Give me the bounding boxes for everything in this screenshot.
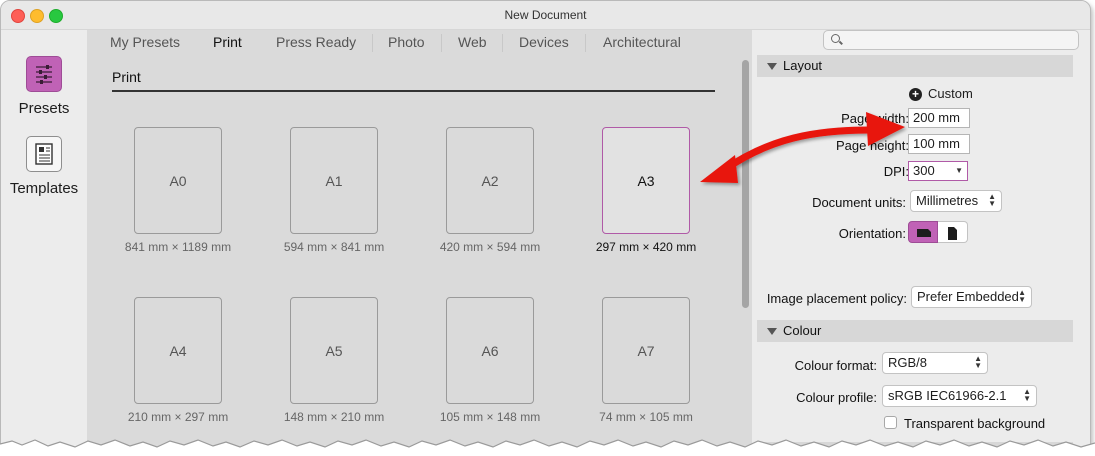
colour-header-label: Colour [783, 323, 822, 338]
page-thumbnail: A3 [602, 127, 690, 234]
landscape-button[interactable] [908, 221, 938, 243]
landscape-page-icon [917, 229, 931, 237]
portrait-page-icon [948, 227, 957, 240]
search-input[interactable] [823, 30, 1079, 50]
page-thumbnail: A5 [290, 297, 378, 404]
preset-dimensions: 210 mm × 297 mm [127, 410, 229, 424]
image-policy-value: Prefer Embedded [917, 289, 1019, 304]
search-icon [831, 34, 840, 43]
settings-panel: Layout + Custom Page width: 200 mm Page h… [752, 30, 1090, 447]
up-down-chevron-icon: ▲ ▼ [974, 354, 982, 370]
preset-a1[interactable]: A1 594 mm × 841 mm [256, 127, 412, 254]
scrollbar-thumb[interactable] [742, 60, 749, 308]
page-thumbnail: A1 [290, 127, 378, 234]
custom-preset-button[interactable]: + Custom [909, 86, 973, 101]
tab-architectural[interactable]: Architectural [603, 34, 681, 50]
preset-a7[interactable]: A7 74 mm × 105 mm [568, 297, 724, 424]
dpi-value: 300 [913, 163, 935, 178]
plus-circle-icon: + [909, 88, 922, 101]
preset-a2[interactable]: A2 420 mm × 594 mm [412, 127, 568, 254]
page-thumbnail: A0 [134, 127, 222, 234]
orientation-toggle [908, 221, 968, 243]
colour-profile-value: sRGB IEC61966-2.1 [888, 388, 1007, 403]
section-divider [112, 90, 715, 92]
tab-print[interactable]: Print [213, 34, 242, 50]
disclosure-triangle-icon [767, 63, 777, 71]
sliders-icon [26, 56, 62, 92]
dpi-combo[interactable]: 300 ▼ [908, 161, 968, 181]
units-value: Millimetres [916, 193, 979, 208]
layout-header-label: Layout [783, 58, 823, 73]
preset-dimensions: 420 mm × 594 mm [439, 240, 541, 254]
colour-format-label: Colour format: [794, 358, 877, 373]
sidebar-item-label: Presets [18, 100, 70, 117]
up-down-chevron-icon: ▲ ▼ [988, 192, 996, 208]
page-thumbnail: A4 [134, 297, 222, 404]
page-width-field[interactable]: 200 mm [908, 108, 970, 128]
preset-a3[interactable]: A3 297 mm × 420 mm [568, 127, 724, 254]
preset-scrollbar[interactable] [739, 54, 752, 447]
sidebar-item-label: Templates [9, 180, 79, 197]
preset-a0[interactable]: A0 841 mm × 1189 mm [100, 127, 256, 254]
sidebar-item-templates[interactable]: Templates [1, 136, 87, 197]
page-thumbnail: A7 [602, 297, 690, 404]
preset-dimensions: 74 mm × 105 mm [599, 410, 693, 424]
layout-group-header[interactable]: Layout [757, 55, 1073, 77]
section-title: Print [112, 69, 141, 85]
tab-press-ready[interactable]: Press Ready [276, 34, 356, 50]
preset-dimensions: 148 mm × 210 mm [283, 410, 385, 424]
preset-a5[interactable]: A5 148 mm × 210 mm [256, 297, 412, 424]
preset-dimensions: 105 mm × 148 mm [439, 410, 541, 424]
new-document-window: New Document Presets Templates My Preset… [0, 0, 1091, 448]
tab-photo[interactable]: Photo [388, 34, 425, 50]
chevron-down-icon: ▼ [955, 166, 963, 175]
tab-my-presets[interactable]: My Presets [110, 34, 180, 50]
sidebar-item-presets[interactable]: Presets [1, 56, 87, 117]
colour-profile-select[interactable]: sRGB IEC61966-2.1 ▲ ▼ [882, 385, 1037, 407]
category-tabs: My Presets Print Press Ready Photo Web D… [87, 30, 752, 54]
orientation-label: Orientation: [838, 226, 906, 241]
title-bar: New Document [1, 1, 1090, 30]
colour-profile-label: Colour profile: [796, 390, 877, 405]
dpi-label: DPI: [883, 164, 909, 179]
torn-edge-decoration [0, 439, 1095, 456]
custom-label: Custom [928, 86, 973, 101]
colour-format-value: RGB/8 [888, 355, 928, 370]
preset-browser: My Presets Print Press Ready Photo Web D… [87, 30, 752, 447]
preset-dimensions: 594 mm × 841 mm [283, 240, 385, 254]
up-down-chevron-icon: ▲ ▼ [1018, 288, 1026, 304]
preset-dimensions: 841 mm × 1189 mm [124, 240, 232, 254]
tab-divider [441, 34, 442, 52]
transparent-background-checkbox[interactable] [884, 416, 897, 429]
page-width-label: Page width: [841, 111, 909, 126]
preset-a4[interactable]: A4 210 mm × 297 mm [100, 297, 256, 424]
image-placement-label: Image placement policy: [766, 291, 907, 306]
portrait-button[interactable] [938, 221, 968, 243]
window-title: New Document [504, 8, 587, 22]
colour-group-header[interactable]: Colour [757, 320, 1073, 342]
tab-devices[interactable]: Devices [519, 34, 569, 50]
preset-a6[interactable]: A6 105 mm × 148 mm [412, 297, 568, 424]
disclosure-triangle-icon [767, 328, 777, 336]
document-units-select[interactable]: Millimetres ▲ ▼ [910, 190, 1002, 212]
sidebar: Presets Templates [1, 30, 87, 447]
page-thumbnail: A2 [446, 127, 534, 234]
transparent-background-label: Transparent background [904, 416, 1046, 431]
image-placement-select[interactable]: Prefer Embedded ▲ ▼ [911, 286, 1032, 308]
page-height-label: Page height: [835, 138, 909, 153]
tab-divider [372, 34, 373, 52]
tab-web[interactable]: Web [458, 34, 487, 50]
tab-divider [502, 34, 503, 52]
colour-format-select[interactable]: RGB/8 ▲ ▼ [882, 352, 988, 374]
up-down-chevron-icon: ▲ ▼ [1023, 387, 1031, 403]
tab-divider [585, 34, 586, 52]
document-units-label: Document units: [812, 195, 906, 210]
page-thumbnail: A6 [446, 297, 534, 404]
page-height-field[interactable]: 100 mm [908, 134, 970, 154]
preset-dimensions: 297 mm × 420 mm [595, 240, 697, 254]
document-icon [26, 136, 62, 172]
